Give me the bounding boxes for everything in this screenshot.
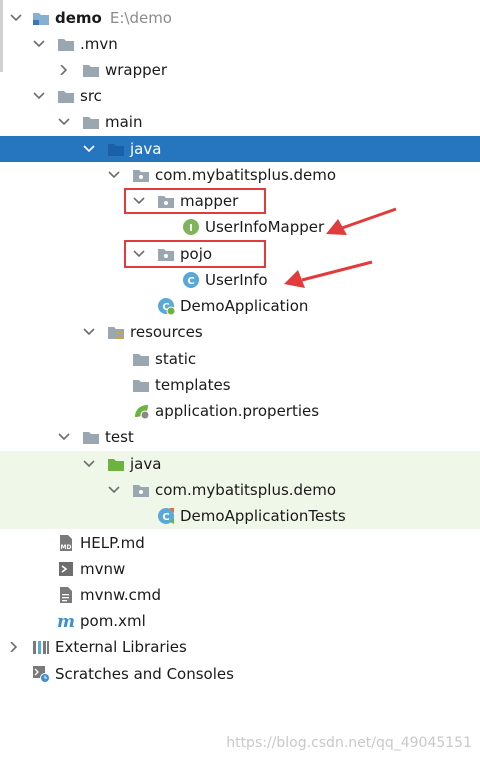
project-name: demo (55, 9, 102, 27)
tree-node-mvnw-cmd[interactable]: mvnw.cmd (0, 582, 480, 608)
tree-node-application-properties[interactable]: application.properties (0, 398, 480, 424)
folder-icon (82, 428, 100, 446)
tree-node-wrapper[interactable]: wrapper (0, 57, 480, 83)
chevron-down-icon[interactable] (108, 477, 120, 503)
tree-label: main (105, 113, 143, 131)
source-folder-icon (107, 140, 125, 158)
tree-node-pom-xml[interactable]: m pom.xml (0, 608, 480, 634)
tree-node-user-info-mapper[interactable]: I UserInfoMapper (0, 214, 480, 240)
tree-label: External Libraries (55, 638, 187, 656)
tree-node-static[interactable]: static (0, 346, 480, 372)
tree-label: .mvn (80, 35, 118, 53)
tree-label: application.properties (155, 402, 320, 420)
text-file-icon (57, 586, 75, 604)
tree-node-test-java[interactable]: java (0, 451, 480, 477)
tree-node-help-md[interactable]: MD HELP.md (0, 530, 480, 556)
resources-folder-icon (107, 323, 125, 341)
folder-icon (132, 350, 150, 368)
folder-icon (57, 35, 75, 53)
tree-label: HELP.md (80, 534, 145, 552)
maven-icon: m (57, 612, 75, 630)
chevron-down-icon[interactable] (83, 319, 95, 345)
tree-node-test[interactable]: test (0, 424, 480, 450)
tree-label: static (155, 350, 197, 368)
chevron-right-icon[interactable] (8, 634, 20, 660)
watermark: https://blog.csdn.net/qq_49045151 (226, 735, 472, 751)
test-source-folder-icon (107, 455, 125, 473)
annotation-box-pojo (124, 240, 266, 268)
tree-label: DemoApplication (180, 297, 309, 315)
module-folder-icon (32, 9, 50, 27)
svg-text:MD: MD (61, 544, 72, 551)
tree-node-user-info[interactable]: C UserInfo (0, 267, 480, 293)
markdown-icon: MD (57, 534, 75, 552)
chevron-down-icon[interactable] (108, 162, 120, 188)
library-icon (32, 638, 50, 656)
folder-icon (82, 61, 100, 79)
tree-node-demo[interactable]: demo E:\demo (0, 5, 480, 31)
tree-label: pom.xml (80, 612, 146, 630)
tree-label: com.mybatitsplus.demo (155, 481, 337, 499)
spring-properties-icon (132, 402, 150, 420)
tree-label: test (105, 428, 134, 446)
folder-icon (82, 113, 100, 131)
tree-label: resources (130, 323, 203, 341)
chevron-down-icon[interactable] (83, 451, 95, 477)
tree-node-external-libraries[interactable]: External Libraries (0, 634, 480, 660)
package-icon (132, 481, 150, 499)
interface-icon: I (182, 218, 200, 236)
executable-icon (57, 560, 75, 578)
package-icon (132, 166, 150, 184)
svg-text:C: C (187, 276, 194, 287)
chevron-down-icon[interactable] (33, 31, 45, 57)
tree-node-demo-application[interactable]: C DemoApplication (0, 293, 480, 319)
tree-node-resources[interactable]: resources (0, 319, 480, 345)
tree-node-mvnw[interactable]: mvnw (0, 556, 480, 582)
tree-label: templates (155, 376, 231, 394)
tree-label: mvnw (80, 560, 126, 578)
tree-label: DemoApplicationTests (180, 507, 346, 525)
tree-label: UserInfoMapper (205, 218, 325, 236)
tree-label: UserInfo (205, 271, 268, 289)
tree-node-main-package[interactable]: com.mybatitsplus.demo (0, 162, 480, 188)
svg-text:C: C (162, 512, 169, 523)
tree-node-main[interactable]: main (0, 109, 480, 135)
annotation-arrow-mapper (326, 207, 397, 235)
chevron-down-icon[interactable] (10, 5, 22, 31)
tree-label: wrapper (105, 61, 168, 79)
tree-label: java (130, 140, 162, 158)
tree-label: com.mybatitsplus.demo (155, 166, 337, 184)
tree-node-src[interactable]: src (0, 83, 480, 109)
tree-label: mvnw.cmd (80, 586, 162, 604)
chevron-down-icon[interactable] (58, 109, 70, 135)
scratches-icon (32, 665, 50, 683)
annotation-box-mapper (124, 188, 266, 214)
spring-boot-class-icon: C (157, 297, 175, 315)
chevron-right-icon[interactable] (58, 57, 70, 83)
tree-node-main-java[interactable]: java (0, 136, 480, 162)
tree-label: src (80, 87, 102, 105)
tree-node-test-package[interactable]: com.mybatitsplus.demo (0, 477, 480, 503)
tree-node-demo-application-tests[interactable]: C DemoApplicationTests (0, 503, 480, 529)
tree-node-mvn[interactable]: .mvn (0, 31, 480, 57)
tree-label: java (130, 455, 162, 473)
folder-icon (57, 87, 75, 105)
folder-icon (132, 376, 150, 394)
svg-text:m: m (57, 612, 75, 630)
test-class-icon: C (157, 507, 175, 525)
svg-text:I: I (189, 223, 193, 234)
tree-node-templates[interactable]: templates (0, 372, 480, 398)
project-path: E:\demo (109, 9, 172, 27)
annotation-arrow-user-info (284, 260, 373, 288)
chevron-down-icon[interactable] (33, 83, 45, 109)
tree-label: Scratches and Consoles (55, 665, 234, 683)
tree-node-scratches[interactable]: Scratches and Consoles (0, 661, 480, 687)
chevron-down-icon[interactable] (58, 424, 70, 450)
class-icon: C (182, 271, 200, 289)
chevron-down-icon[interactable] (83, 136, 95, 162)
